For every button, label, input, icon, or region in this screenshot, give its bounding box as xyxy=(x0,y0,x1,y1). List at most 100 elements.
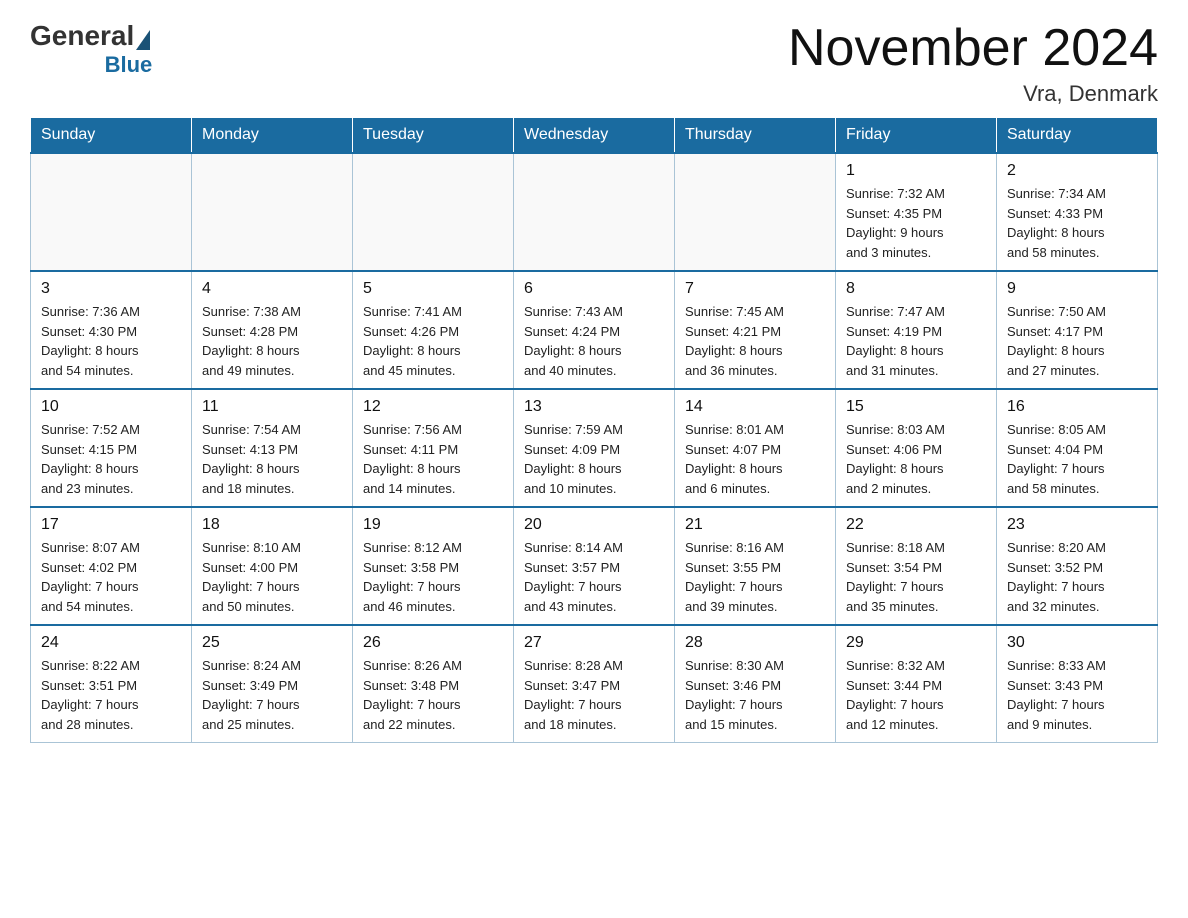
calendar-cell: 27Sunrise: 8:28 AMSunset: 3:47 PMDayligh… xyxy=(514,625,675,743)
weekday-header-tuesday: Tuesday xyxy=(353,118,514,154)
calendar-cell xyxy=(514,153,675,271)
weekday-header-saturday: Saturday xyxy=(997,118,1158,154)
day-info: Sunrise: 8:32 AMSunset: 3:44 PMDaylight:… xyxy=(846,656,986,734)
day-info: Sunrise: 7:34 AMSunset: 4:33 PMDaylight:… xyxy=(1007,184,1147,262)
day-number: 1 xyxy=(846,162,986,180)
page-header: General Blue November 2024 Vra, Denmark xyxy=(30,20,1158,107)
day-number: 20 xyxy=(524,516,664,534)
calendar-week-row: 24 Sunrise: 8:22 AMSunset: 3:51 PMDayligh… xyxy=(31,625,1158,743)
day-number: 7 xyxy=(685,280,825,298)
day-info: Sunrise: 8:16 AMSunset: 3:55 PMDaylight:… xyxy=(685,538,825,616)
day-number: 30 xyxy=(1007,634,1147,652)
day-info: Sunrise: 7:45 AMSunset: 4:21 PMDaylight:… xyxy=(685,302,825,380)
day-info: Sunrise: 7:47 AMSunset: 4:19 PMDaylight:… xyxy=(846,302,986,380)
location-label: Vra, Denmark xyxy=(788,81,1158,107)
calendar-cell: 23 Sunrise: 8:20 AMSunset: 3:52 PMDayligh… xyxy=(997,507,1158,625)
day-info: Sunrise: 7:59 AMSunset: 4:09 PMDaylight:… xyxy=(524,420,664,498)
calendar-cell: 14 Sunrise: 8:01 AMSunset: 4:07 PMDayligh… xyxy=(675,389,836,507)
day-info: Sunrise: 7:32 AMSunset: 4:35 PMDaylight:… xyxy=(846,184,986,262)
day-number: 28 xyxy=(685,634,825,652)
calendar-cell: 10 Sunrise: 7:52 AMSunset: 4:15 PMDayligh… xyxy=(31,389,192,507)
calendar-cell: 11Sunrise: 7:54 AMSunset: 4:13 PMDayligh… xyxy=(192,389,353,507)
calendar-cell: 15 Sunrise: 8:03 AMSunset: 4:06 PMDayligh… xyxy=(836,389,997,507)
day-number: 21 xyxy=(685,516,825,534)
calendar-cell xyxy=(353,153,514,271)
calendar-cell: 18 Sunrise: 8:10 AMSunset: 4:00 PMDayligh… xyxy=(192,507,353,625)
logo: General Blue xyxy=(30,20,152,78)
calendar-cell xyxy=(31,153,192,271)
day-info: Sunrise: 8:01 AMSunset: 4:07 PMDaylight:… xyxy=(685,420,825,498)
calendar-cell: 4 Sunrise: 7:38 AMSunset: 4:28 PMDaylight… xyxy=(192,271,353,389)
day-info: Sunrise: 8:24 AMSunset: 3:49 PMDaylight:… xyxy=(202,656,342,734)
day-info: Sunrise: 7:50 AMSunset: 4:17 PMDaylight:… xyxy=(1007,302,1147,380)
calendar-cell: 17 Sunrise: 8:07 AMSunset: 4:02 PMDayligh… xyxy=(31,507,192,625)
day-info: Sunrise: 8:26 AMSunset: 3:48 PMDaylight:… xyxy=(363,656,503,734)
day-info: Sunrise: 8:20 AMSunset: 3:52 PMDaylight:… xyxy=(1007,538,1147,616)
day-number: 5 xyxy=(363,280,503,298)
month-title: November 2024 xyxy=(788,20,1158,77)
calendar-cell: 21 Sunrise: 8:16 AMSunset: 3:55 PMDayligh… xyxy=(675,507,836,625)
calendar-cell: 22 Sunrise: 8:18 AMSunset: 3:54 PMDayligh… xyxy=(836,507,997,625)
calendar-cell: 30 Sunrise: 8:33 AMSunset: 3:43 PMDayligh… xyxy=(997,625,1158,743)
day-number: 17 xyxy=(41,516,181,534)
calendar-week-row: 3Sunrise: 7:36 AMSunset: 4:30 PMDaylight… xyxy=(31,271,1158,389)
logo-blue-text: Blue xyxy=(105,52,153,78)
day-number: 14 xyxy=(685,398,825,416)
weekday-header-row: SundayMondayTuesdayWednesdayThursdayFrid… xyxy=(31,118,1158,154)
weekday-header-monday: Monday xyxy=(192,118,353,154)
day-info: Sunrise: 8:14 AMSunset: 3:57 PMDaylight:… xyxy=(524,538,664,616)
calendar-cell: 2 Sunrise: 7:34 AMSunset: 4:33 PMDaylight… xyxy=(997,153,1158,271)
calendar-cell: 20 Sunrise: 8:14 AMSunset: 3:57 PMDayligh… xyxy=(514,507,675,625)
calendar-cell: 5 Sunrise: 7:41 AMSunset: 4:26 PMDaylight… xyxy=(353,271,514,389)
calendar-cell: 8 Sunrise: 7:47 AMSunset: 4:19 PMDaylight… xyxy=(836,271,997,389)
day-info: Sunrise: 8:10 AMSunset: 4:00 PMDaylight:… xyxy=(202,538,342,616)
calendar-week-row: 1 Sunrise: 7:32 AMSunset: 4:35 PMDaylight… xyxy=(31,153,1158,271)
day-number: 15 xyxy=(846,398,986,416)
calendar-cell: 26 Sunrise: 8:26 AMSunset: 3:48 PMDayligh… xyxy=(353,625,514,743)
calendar-cell: 19Sunrise: 8:12 AMSunset: 3:58 PMDayligh… xyxy=(353,507,514,625)
calendar-cell: 3Sunrise: 7:36 AMSunset: 4:30 PMDaylight… xyxy=(31,271,192,389)
day-number: 4 xyxy=(202,280,342,298)
day-number: 8 xyxy=(846,280,986,298)
day-info: Sunrise: 8:30 AMSunset: 3:46 PMDaylight:… xyxy=(685,656,825,734)
calendar-cell: 6Sunrise: 7:43 AMSunset: 4:24 PMDaylight… xyxy=(514,271,675,389)
day-number: 26 xyxy=(363,634,503,652)
logo-general-text: General xyxy=(30,20,134,52)
calendar-cell: 25 Sunrise: 8:24 AMSunset: 3:49 PMDayligh… xyxy=(192,625,353,743)
weekday-header-thursday: Thursday xyxy=(675,118,836,154)
weekday-header-friday: Friday xyxy=(836,118,997,154)
day-number: 10 xyxy=(41,398,181,416)
day-number: 22 xyxy=(846,516,986,534)
day-info: Sunrise: 7:52 AMSunset: 4:15 PMDaylight:… xyxy=(41,420,181,498)
day-number: 2 xyxy=(1007,162,1147,180)
day-number: 12 xyxy=(363,398,503,416)
calendar-cell xyxy=(192,153,353,271)
day-info: Sunrise: 8:07 AMSunset: 4:02 PMDaylight:… xyxy=(41,538,181,616)
day-info: Sunrise: 7:38 AMSunset: 4:28 PMDaylight:… xyxy=(202,302,342,380)
day-number: 18 xyxy=(202,516,342,534)
day-number: 19 xyxy=(363,516,503,534)
day-info: Sunrise: 8:28 AMSunset: 3:47 PMDaylight:… xyxy=(524,656,664,734)
title-area: November 2024 Vra, Denmark xyxy=(788,20,1158,107)
day-info: Sunrise: 8:33 AMSunset: 3:43 PMDaylight:… xyxy=(1007,656,1147,734)
logo-triangle-icon xyxy=(136,30,150,50)
day-number: 23 xyxy=(1007,516,1147,534)
day-number: 25 xyxy=(202,634,342,652)
day-number: 6 xyxy=(524,280,664,298)
day-info: Sunrise: 7:41 AMSunset: 4:26 PMDaylight:… xyxy=(363,302,503,380)
calendar-week-row: 17 Sunrise: 8:07 AMSunset: 4:02 PMDayligh… xyxy=(31,507,1158,625)
weekday-header-wednesday: Wednesday xyxy=(514,118,675,154)
day-number: 29 xyxy=(846,634,986,652)
calendar-cell: 1 Sunrise: 7:32 AMSunset: 4:35 PMDaylight… xyxy=(836,153,997,271)
weekday-header-sunday: Sunday xyxy=(31,118,192,154)
day-number: 13 xyxy=(524,398,664,416)
calendar-table: SundayMondayTuesdayWednesdayThursdayFrid… xyxy=(30,117,1158,743)
day-info: Sunrise: 8:03 AMSunset: 4:06 PMDaylight:… xyxy=(846,420,986,498)
calendar-cell: 16Sunrise: 8:05 AMSunset: 4:04 PMDayligh… xyxy=(997,389,1158,507)
day-number: 11 xyxy=(202,398,342,416)
day-info: Sunrise: 8:22 AMSunset: 3:51 PMDaylight:… xyxy=(41,656,181,734)
day-info: Sunrise: 8:18 AMSunset: 3:54 PMDaylight:… xyxy=(846,538,986,616)
calendar-cell: 28 Sunrise: 8:30 AMSunset: 3:46 PMDayligh… xyxy=(675,625,836,743)
calendar-cell: 7 Sunrise: 7:45 AMSunset: 4:21 PMDaylight… xyxy=(675,271,836,389)
day-number: 24 xyxy=(41,634,181,652)
